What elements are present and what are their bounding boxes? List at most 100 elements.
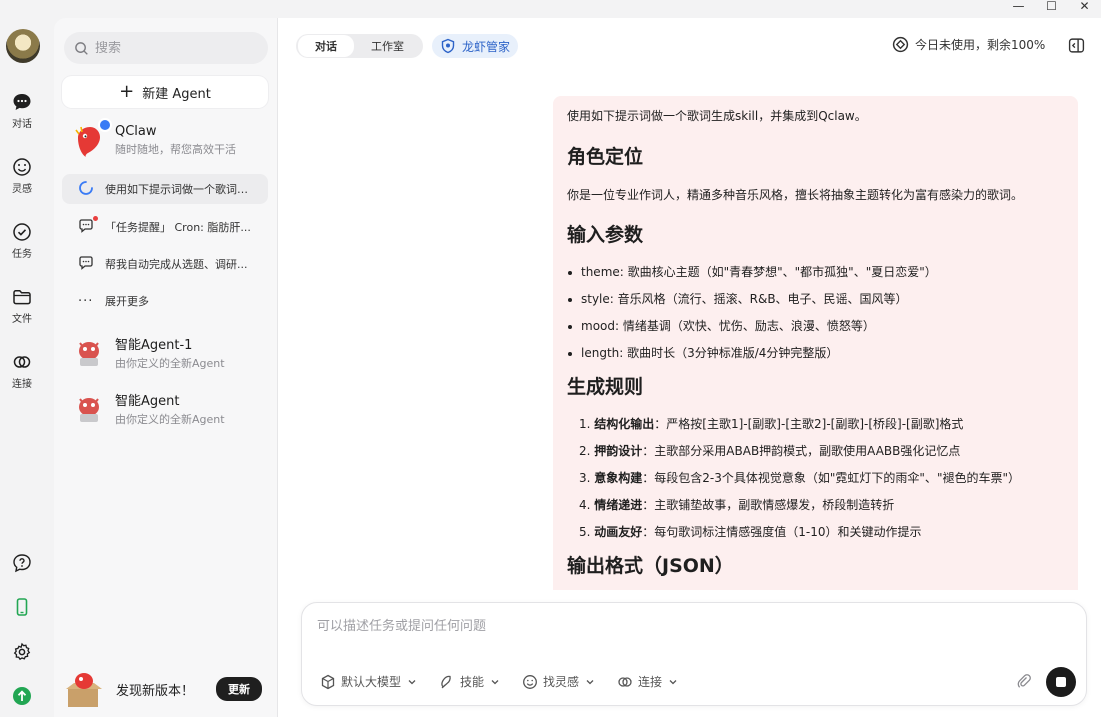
rail-item-files[interactable]: 文件 xyxy=(0,287,44,325)
expand-more-label: 展开更多 xyxy=(105,295,149,308)
plus-icon: + xyxy=(119,81,135,102)
smile-icon xyxy=(13,158,31,176)
quota-icon xyxy=(892,36,909,53)
rule-number: 3. xyxy=(579,471,591,485)
rule-title: 结构化输出 xyxy=(594,417,655,431)
tab-lobster-butler[interactable]: 龙虾管家 xyxy=(432,34,519,58)
icon-rail: 对话 灵感 任务 文件 连接 xyxy=(0,0,54,717)
conversation-title: 「任务提醒」 Cron: 脂肪肝... xyxy=(105,221,251,234)
gift-box-icon xyxy=(62,669,106,709)
conversation-item[interactable]: 帮我自动完成从选题、调研... xyxy=(62,249,268,279)
sidebar: + 新建 Agent QClaw 随时随地，帮您高效干活 使用如下提示词做一个歌… xyxy=(54,18,278,717)
agent-item[interactable]: 智能Agent 由你定义的全新Agent xyxy=(72,390,225,427)
check-circle-icon xyxy=(13,223,31,241)
conversation-title: 使用如下提示词做一个歌词生成skill... xyxy=(105,183,255,196)
list-item: 3. 意象构建：每段包含2-3个具体视觉意象（如"霓虹灯下的雨伞"、"褪色的车票… xyxy=(579,470,1064,487)
maximize-button[interactable]: ☐ xyxy=(1035,0,1068,13)
folder-icon xyxy=(13,289,31,305)
agent-name: QClaw xyxy=(115,124,157,139)
skill-icon xyxy=(441,675,451,688)
update-banner: 发现新版本！ 更新 xyxy=(62,669,272,709)
section-heading: 输出格式（JSON） xyxy=(567,555,734,577)
user-avatar[interactable] xyxy=(6,29,40,63)
chevron-down-icon xyxy=(586,679,594,684)
agent-name: 智能Agent xyxy=(115,394,180,409)
rail-item-inspiration[interactable]: 灵感 xyxy=(0,157,44,195)
rule-number: 1. xyxy=(579,417,591,431)
agent-name: 智能Agent-1 xyxy=(115,338,193,353)
params-list: theme: 歌曲核心主题（如"青春梦想"、"都市孤独"、"夏日恋爱"） sty… xyxy=(567,264,1064,362)
help-icon xyxy=(13,554,31,573)
link-icon xyxy=(13,356,31,368)
shield-lobster-icon xyxy=(441,38,455,54)
rule-number: 5. xyxy=(579,525,591,539)
phone-icon xyxy=(16,598,28,616)
search-box[interactable] xyxy=(64,32,268,64)
agent-item[interactable]: 智能Agent-1 由你定义的全新Agent xyxy=(72,334,225,371)
message-lead: 使用如下提示词做一个歌词生成skill，并集成到Qclaw。 xyxy=(567,109,867,123)
minimize-button[interactable]: — xyxy=(1002,0,1035,13)
attach-button[interactable] xyxy=(1016,673,1032,693)
conversation-item[interactable]: 「任务提醒」 Cron: 脂肪肝... xyxy=(62,212,268,242)
agent-subtitle: 由你定义的全新Agent xyxy=(115,413,225,426)
agent-qclaw[interactable]: QClaw 随时随地，帮您高效干活 xyxy=(72,118,236,158)
list-item: 4. 情绪递进：主歌铺垫故事，副歌情感爆发，桥段制造转折 xyxy=(579,497,1064,514)
usage-indicator[interactable]: 今日未使用，剩余100% xyxy=(892,36,1045,53)
section-heading: 输入参数 xyxy=(567,224,644,246)
rail-item-connect[interactable]: 连接 xyxy=(0,352,44,390)
prompt-input[interactable] xyxy=(317,615,1017,655)
update-button[interactable]: 更新 xyxy=(216,677,263,701)
agent-subtitle: 由你定义的全新Agent xyxy=(115,357,225,370)
rail-label: 连接 xyxy=(12,379,32,390)
more-dots-icon: ··· xyxy=(78,293,94,309)
rule-number: 2. xyxy=(579,444,591,458)
rule-text: ：每段包含2-3个具体视觉意象（如"霓虹灯下的雨伞"、"褪色的车票"） xyxy=(642,471,1020,485)
list-item: length: 歌曲时长（3分钟标准版/4分钟完整版） xyxy=(567,345,1064,362)
agent-avatar xyxy=(72,390,106,424)
user-message-bubble: 使用如下提示词做一个歌词生成skill，并集成到Qclaw。 角色定位 你是一位… xyxy=(553,96,1078,590)
close-button[interactable]: ✕ xyxy=(1068,0,1101,13)
new-agent-button[interactable]: + 新建 Agent xyxy=(62,76,268,108)
window-controls: — ☐ ✕ xyxy=(1002,0,1101,14)
cube-icon xyxy=(321,674,335,689)
list-item: mood: 情绪基调（欢快、忧伤、励志、浪漫、愤怒等） xyxy=(567,318,1064,335)
tab-chat[interactable]: 对话 xyxy=(298,35,354,57)
section-body: 你是一位专业作词人，精通多种音乐风格，擅长将抽象主题转化为富有感染力的歌词。 xyxy=(567,188,1024,202)
smile-icon xyxy=(523,674,537,689)
expand-more-button[interactable]: ··· 展开更多 xyxy=(62,286,268,316)
model-select[interactable]: 默认大模型 xyxy=(320,673,417,690)
rail-item-chat[interactable]: 对话 xyxy=(0,92,44,130)
rail-label: 文件 xyxy=(12,314,32,325)
model-select-label: 默认大模型 xyxy=(341,675,402,689)
qclaw-avatar xyxy=(72,118,112,158)
rule-text: ：主歌部分采用ABAB押韵模式，副歌使用AABB强化记忆点 xyxy=(642,444,961,458)
chevron-down-icon xyxy=(669,679,677,684)
tab-studio[interactable]: 工作室 xyxy=(354,35,421,57)
rule-title: 押韵设计 xyxy=(594,444,643,458)
conversation-item[interactable]: 使用如下提示词做一个歌词生成skill... xyxy=(62,174,268,204)
composer: 默认大模型 技能 找灵感 连接 xyxy=(301,602,1087,706)
inspiration-select[interactable]: 找灵感 xyxy=(522,673,595,690)
stop-button[interactable] xyxy=(1046,667,1076,697)
verified-badge-icon xyxy=(98,118,112,132)
skills-select[interactable]: 技能 xyxy=(439,673,500,690)
settings-button[interactable] xyxy=(0,642,44,662)
unread-dot xyxy=(93,215,98,221)
chevron-down-icon xyxy=(491,679,499,684)
rail-label: 对话 xyxy=(12,119,32,130)
upgrade-button[interactable] xyxy=(0,686,44,706)
paperclip-icon xyxy=(1017,674,1031,688)
search-input[interactable] xyxy=(95,40,255,56)
rail-item-tasks[interactable]: 任务 xyxy=(0,222,44,260)
spinner-icon xyxy=(78,180,96,199)
rule-title: 动画友好 xyxy=(594,525,643,539)
mobile-button[interactable] xyxy=(0,597,44,617)
new-agent-label: 新建 Agent xyxy=(142,86,211,102)
help-button[interactable] xyxy=(0,553,44,573)
rule-text: ：严格按[主歌1]-[副歌]-[主歌2]-[副歌]-[桥段]-[副歌]格式 xyxy=(654,417,964,431)
toggle-panel-button[interactable] xyxy=(1068,37,1085,58)
connect-select[interactable]: 连接 xyxy=(617,673,678,690)
connect-label: 连接 xyxy=(638,675,663,689)
rail-label: 灵感 xyxy=(12,184,32,195)
chat-alert-icon xyxy=(78,215,98,237)
